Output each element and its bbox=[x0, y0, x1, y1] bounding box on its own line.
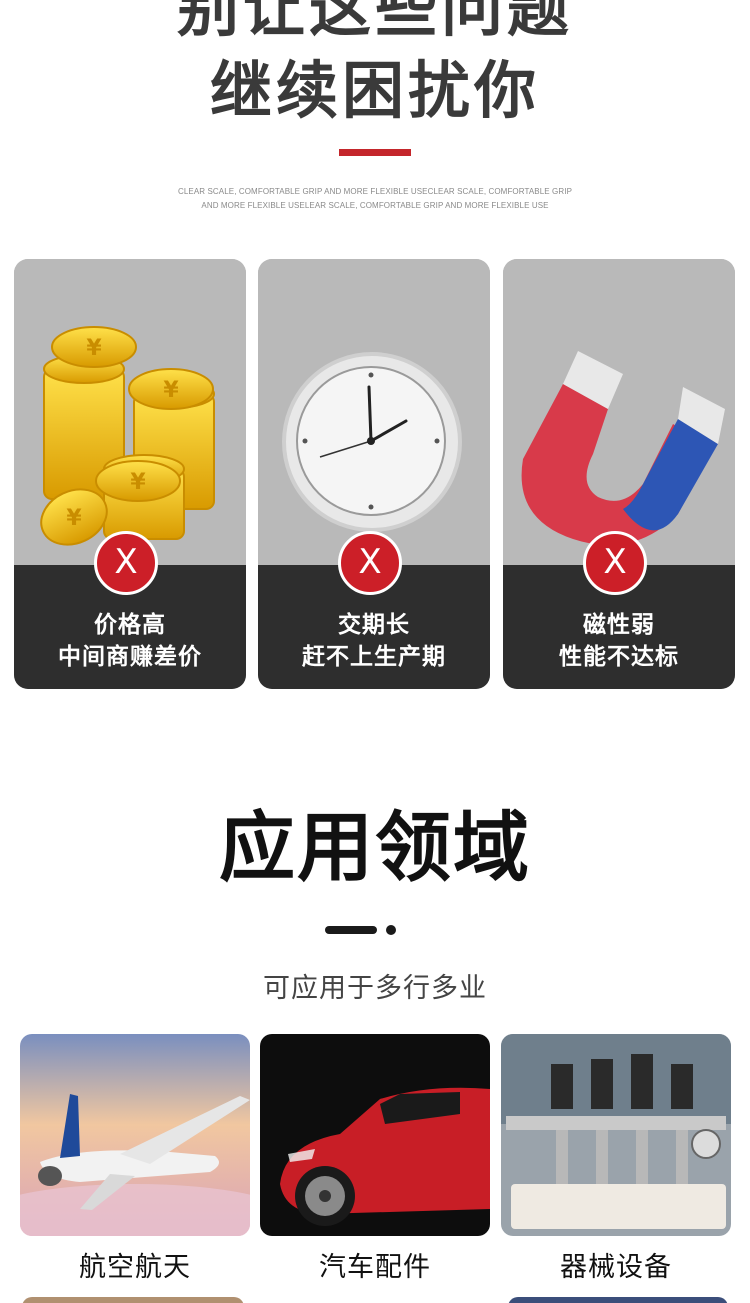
coins-icon: ¥ ¥ ¥ ¥ bbox=[14, 259, 246, 565]
machinery-image bbox=[501, 1034, 731, 1236]
car-image bbox=[260, 1034, 490, 1236]
next-row-image-peek bbox=[508, 1297, 728, 1303]
x-mark-icon: X bbox=[583, 531, 647, 595]
problem-title: 磁性弱 bbox=[583, 612, 655, 638]
next-row-image-peek bbox=[22, 1297, 244, 1303]
svg-text:¥: ¥ bbox=[66, 506, 82, 531]
title-dot-decoration bbox=[386, 925, 396, 935]
clock-icon bbox=[258, 259, 490, 565]
app-label: 航空航天 bbox=[79, 1252, 191, 1283]
tagline: CLEAR SCALE, COMFORTABLE GRIP AND MORE F… bbox=[177, 187, 573, 210]
svg-text:¥: ¥ bbox=[130, 470, 146, 495]
airplane-image bbox=[20, 1034, 250, 1236]
section-subtitle: 可应用于多行多业 bbox=[263, 973, 487, 1004]
problem-card-price: ¥ ¥ ¥ ¥ X 价格高 中间商赚差价 bbox=[14, 259, 246, 689]
magnet-icon bbox=[503, 259, 735, 565]
problem-desc: 中间商赚差价 bbox=[58, 644, 202, 670]
x-mark-icon: X bbox=[94, 531, 158, 595]
problem-card-magnetism: X 磁性弱 性能不达标 bbox=[503, 259, 735, 689]
problem-desc: 赶不上生产期 bbox=[302, 644, 446, 670]
svg-text:¥: ¥ bbox=[163, 378, 179, 403]
headline-line-1: 别让这些问题 bbox=[176, 0, 573, 45]
problem-card-leadtime: X 交期长 赶不上生产期 bbox=[258, 259, 490, 689]
problem-title: 交期长 bbox=[338, 612, 410, 638]
x-mark-icon: X bbox=[338, 531, 402, 595]
app-label: 器械设备 bbox=[560, 1252, 672, 1283]
svg-text:¥: ¥ bbox=[86, 336, 102, 361]
problem-desc: 性能不达标 bbox=[559, 644, 679, 670]
problem-title: 价格高 bbox=[94, 612, 166, 638]
app-label: 汽车配件 bbox=[319, 1252, 431, 1283]
accent-divider bbox=[339, 149, 411, 156]
headline-line-2: 继续困扰你 bbox=[209, 54, 540, 127]
section-title: 应用领域 bbox=[219, 803, 531, 892]
title-dash-decoration bbox=[325, 926, 377, 934]
